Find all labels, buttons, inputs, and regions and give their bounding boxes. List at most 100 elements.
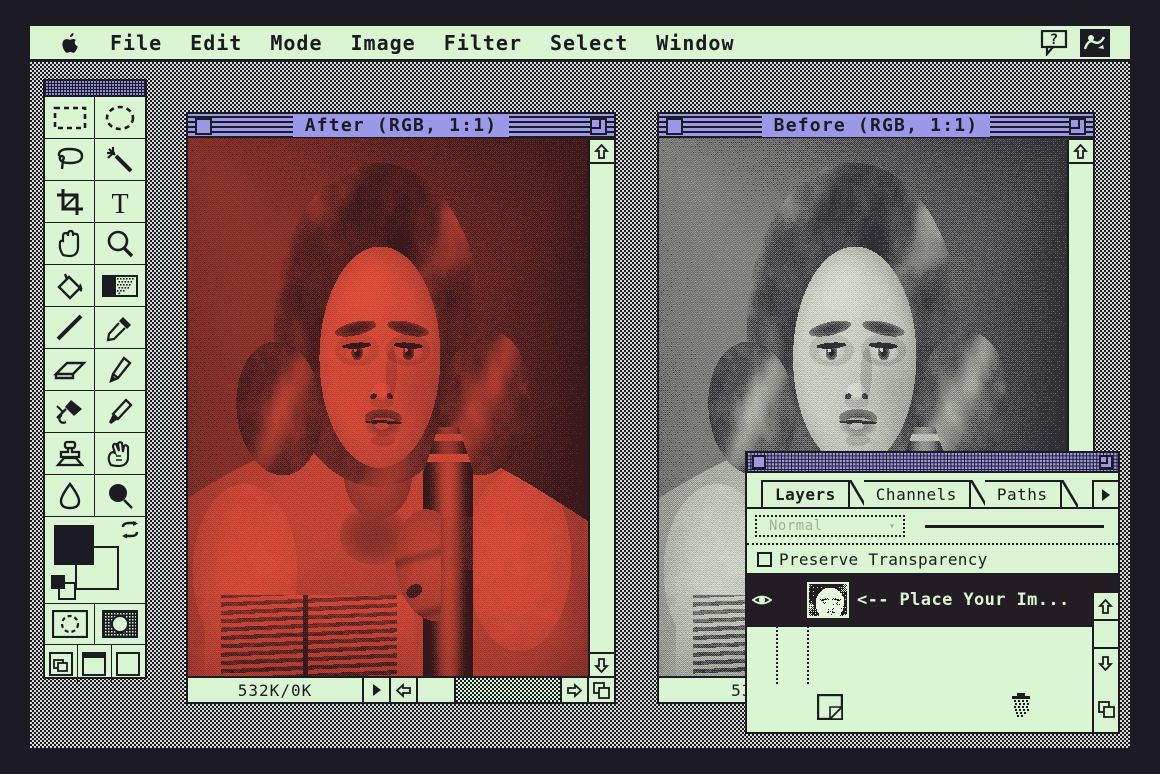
layer-thumbnail[interactable] — [807, 582, 849, 618]
palette-scroll-track[interactable] — [1094, 621, 1118, 649]
blur-tool[interactable] — [45, 475, 95, 517]
app-root: File Edit Mode Image Filter Select Windo… — [0, 0, 1160, 774]
scroll-up-icon[interactable] — [1069, 140, 1093, 164]
blend-mode-select[interactable]: Normal ▾ — [755, 515, 905, 537]
dodge-burn-tool[interactable] — [95, 475, 145, 517]
lasso-tool[interactable] — [45, 139, 95, 181]
close-box-before[interactable] — [666, 118, 683, 135]
menu-item-file[interactable]: File — [96, 33, 176, 53]
scroll-left-icon[interactable] — [391, 678, 418, 702]
file-size-status-after: 532K/0K — [188, 678, 364, 702]
tab-paths[interactable]: Paths — [985, 480, 1062, 507]
blend-mode-row: Normal ▾ — [747, 509, 1118, 545]
menu-item-mode[interactable]: Mode — [256, 33, 336, 53]
vertical-scrollbar-after[interactable] — [588, 140, 614, 676]
paint-bucket-tool[interactable] — [45, 265, 95, 307]
horizontal-scroll-track[interactable] — [456, 678, 562, 702]
palette-zoom-box[interactable] — [1099, 455, 1113, 469]
quick-mask-mode-button[interactable] — [95, 604, 145, 644]
window-title-before: Before (RGB, 1:1) — [762, 115, 991, 137]
palette-resize-corner-icon[interactable] — [1092, 686, 1118, 732]
tab-paths-label: Paths — [997, 485, 1048, 504]
zoom-tool[interactable] — [95, 223, 145, 265]
elliptical-marquee-tool[interactable] — [95, 97, 145, 139]
delete-layer-button[interactable] — [1008, 693, 1034, 725]
menu-item-image[interactable]: Image — [337, 33, 430, 53]
opacity-slider[interactable] — [925, 525, 1104, 528]
titlebar-before[interactable]: Before (RGB, 1:1) — [659, 114, 1093, 140]
new-layer-button[interactable] — [817, 694, 843, 724]
smudge-tool[interactable] — [95, 433, 145, 475]
foreground-color-swatch[interactable] — [54, 525, 94, 565]
scroll-right-icon[interactable] — [562, 678, 589, 702]
palette-menu-arrow-icon[interactable] — [1092, 480, 1118, 507]
palette-bottom-bar — [747, 686, 1118, 732]
svg-text:T: T — [111, 189, 128, 216]
list-item[interactable]: <-- Place Your Im... — [747, 575, 1118, 627]
close-box-after[interactable] — [195, 118, 212, 135]
tab-channels[interactable]: Channels — [864, 480, 971, 507]
preserve-transparency-row[interactable]: Preserve Transparency — [747, 545, 1118, 575]
palette-tab-row: Layers Channels Paths — [747, 473, 1118, 509]
scroll-up-icon[interactable] — [590, 140, 614, 164]
menu-bar-right: ? — [1040, 29, 1130, 57]
mask-mode-row — [45, 604, 145, 645]
status-bar-after: 532K/0K — [188, 676, 614, 702]
document-window-after[interactable]: After (RGB, 1:1) 532K/0K — [186, 112, 616, 704]
palette-close-box[interactable] — [752, 455, 766, 469]
standard-screen-mode-button[interactable] — [45, 645, 78, 683]
default-colors-icon[interactable] — [51, 575, 65, 589]
chevron-down-icon: ▾ — [889, 521, 895, 532]
palette-titlebar[interactable] — [747, 453, 1118, 473]
layers-palette[interactable]: Layers Channels Paths Normal — [745, 451, 1120, 734]
tool-palette-titlebar[interactable] — [45, 81, 145, 97]
tab-layers-label: Layers — [775, 485, 836, 504]
crop-tool[interactable] — [45, 181, 95, 223]
zoom-box-after[interactable] — [590, 118, 607, 135]
canvas-after[interactable] — [188, 138, 590, 678]
swap-colors-icon[interactable] — [120, 521, 140, 543]
line-tool[interactable] — [45, 307, 95, 349]
tool-palette: T — [43, 79, 147, 679]
window-title-after: After (RGB, 1:1) — [293, 115, 510, 137]
rubber-stamp-tool[interactable] — [45, 433, 95, 475]
pencil-tool[interactable] — [95, 349, 145, 391]
menu-bar: File Edit Mode Image Filter Select Windo… — [30, 26, 1130, 62]
svg-text:?: ? — [1050, 32, 1058, 48]
menu-item-edit[interactable]: Edit — [176, 33, 256, 53]
type-tool[interactable]: T — [95, 181, 145, 223]
gradient-tool[interactable] — [95, 265, 145, 307]
titlebar-after[interactable]: After (RGB, 1:1) — [188, 114, 614, 140]
full-screen-with-menu-button[interactable] — [78, 645, 111, 683]
full-screen-mode-button[interactable] — [112, 645, 145, 683]
layer-list: <-- Place Your Im... — [747, 575, 1118, 690]
tab-divider — [1062, 480, 1078, 507]
preserve-transparency-checkbox[interactable] — [757, 552, 772, 567]
help-balloon-icon[interactable]: ? — [1040, 30, 1070, 56]
application-icon[interactable] — [1080, 29, 1110, 57]
eyedropper-tool[interactable] — [95, 307, 145, 349]
tool-grid: T — [45, 97, 145, 517]
scroll-up-icon[interactable] — [1094, 593, 1118, 621]
tab-layers[interactable]: Layers — [761, 480, 850, 507]
zoom-box-before[interactable] — [1069, 118, 1086, 135]
paintbrush-tool[interactable] — [95, 391, 145, 433]
magic-wand-tool[interactable] — [95, 139, 145, 181]
menu-item-window[interactable]: Window — [642, 33, 748, 53]
preserve-transparency-label: Preserve Transparency — [779, 550, 988, 569]
eye-icon[interactable] — [747, 593, 776, 607]
eraser-tool[interactable] — [45, 349, 95, 391]
screen-mode-row — [45, 645, 145, 683]
resize-corner-icon-after[interactable] — [589, 678, 614, 702]
menu-item-filter[interactable]: Filter — [430, 33, 536, 53]
status-popup-arrow[interactable] — [364, 678, 391, 702]
menu-item-select[interactable]: Select — [536, 33, 642, 53]
rectangular-marquee-tool[interactable] — [45, 97, 95, 139]
scroll-down-icon[interactable] — [1094, 649, 1118, 677]
horizontal-scroll-thumb[interactable] — [418, 678, 456, 702]
scroll-down-icon[interactable] — [590, 652, 614, 676]
apple-icon[interactable] — [56, 31, 84, 55]
standard-mode-button[interactable] — [45, 604, 95, 644]
hand-tool[interactable] — [45, 223, 95, 265]
airbrush-tool[interactable] — [45, 391, 95, 433]
